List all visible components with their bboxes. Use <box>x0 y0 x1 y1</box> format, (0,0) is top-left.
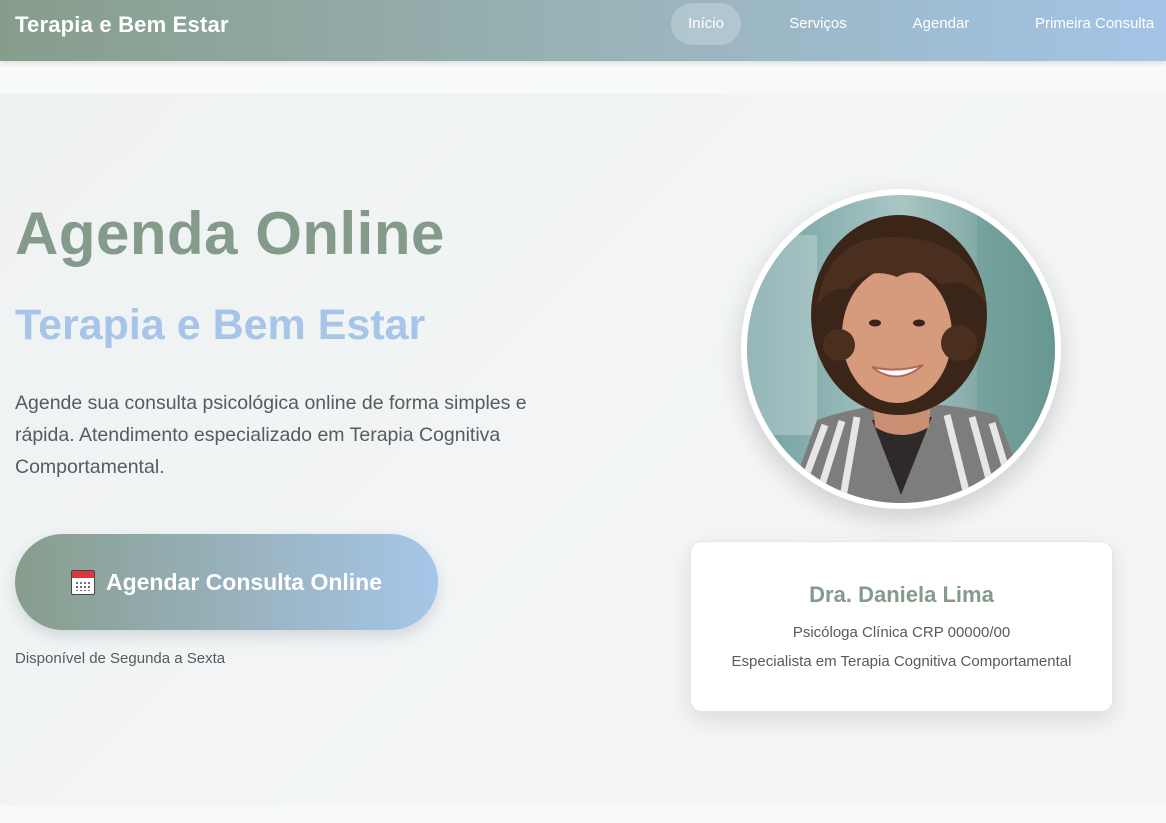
profile-photo-frame <box>741 189 1061 509</box>
psychologist-portrait-image <box>747 195 1055 503</box>
nav-link-agendar[interactable]: Agendar <box>896 3 986 45</box>
profile-card: Dra. Daniela Lima Psicóloga Clínica CRP … <box>690 541 1113 712</box>
hero-title: Agenda Online <box>15 200 445 267</box>
nav-link-servicos[interactable]: Serviços <box>774 3 862 45</box>
profile-photo <box>747 195 1055 503</box>
nav-link-primeira-consulta[interactable]: Primeira Consulta <box>1020 3 1166 45</box>
site-brand[interactable]: Terapia e Bem Estar <box>15 12 229 38</box>
hero-section: Agenda Online Terapia e Bem Estar Agende… <box>0 93 1166 805</box>
doctor-name: Dra. Daniela Lima <box>809 582 994 607</box>
hero-subtitle: Terapia e Bem Estar <box>15 301 426 349</box>
doctor-specialty: Especialista em Terapia Cognitiva Compor… <box>731 653 1072 670</box>
calendar-icon <box>70 569 95 595</box>
schedule-consultation-label: Agendar Consulta Online <box>105 568 383 595</box>
doctor-credential: Psicóloga Clínica CRP 00000/00 <box>792 624 1011 641</box>
top-navbar: Terapia e Bem Estar Início Serviços Agen… <box>0 0 1166 61</box>
schedule-consultation-button[interactable]: Agendar Consulta Online <box>15 534 438 630</box>
hero-description: Agende sua consulta psicológica online d… <box>15 392 527 478</box>
nav-link-inicio[interactable]: Início <box>671 3 741 45</box>
availability-note: Disponível de Segunda a Sexta <box>15 650 226 667</box>
